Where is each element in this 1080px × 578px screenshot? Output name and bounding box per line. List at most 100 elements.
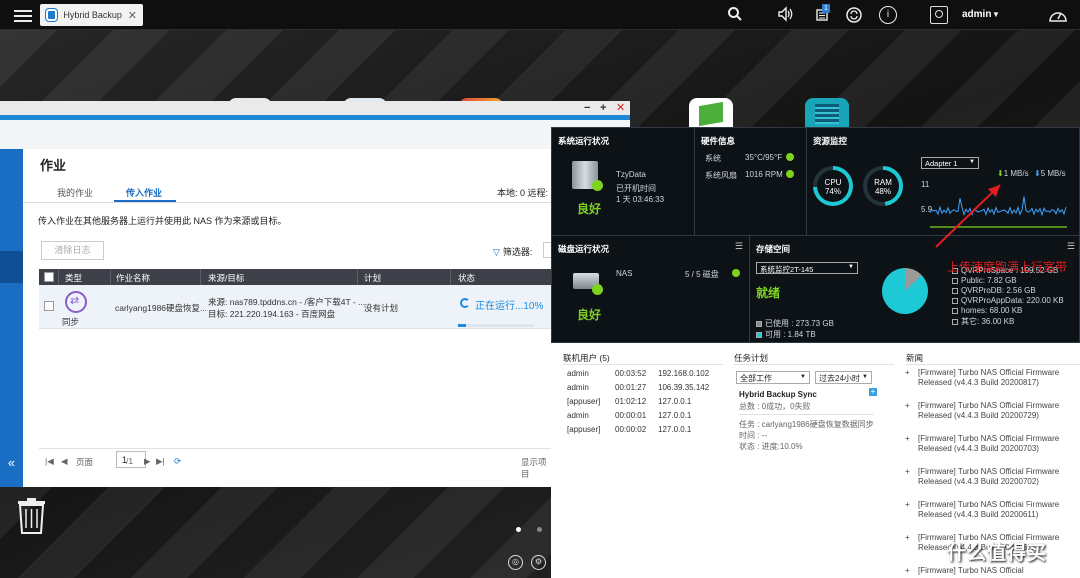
disk-count: 5 / 5 磁盘 — [685, 270, 719, 279]
page-label: 页面 — [76, 457, 94, 467]
online-user-user: admin — [567, 411, 589, 420]
online-user-time: 00:03:52 — [615, 369, 647, 378]
system-state: 良好 — [577, 202, 602, 216]
desktop-tool-icon[interactable]: ◎ — [508, 555, 523, 570]
ok-check-icon — [592, 284, 603, 295]
list-icon[interactable]: ☰ — [735, 241, 743, 252]
adapter-select[interactable]: Adapter 1 ▼ — [921, 157, 979, 169]
collapse-nav-icon[interactable]: « — [0, 455, 23, 470]
last-page-icon[interactable]: ▶| — [156, 456, 165, 467]
news-bullet-icon: + — [905, 566, 910, 575]
column-source-target[interactable]: 来源/目标 — [208, 272, 244, 284]
volume-select[interactable]: 系统监控2T-145 ▼ — [756, 262, 858, 274]
chevron-down-icon: ▼ — [862, 374, 868, 380]
column-job-name[interactable]: 作业名称 — [116, 272, 150, 284]
uptime-label: 已开机时间 — [616, 184, 656, 193]
nav-item-jobs[interactable] — [0, 251, 23, 283]
recycle-bin-icon[interactable] — [17, 497, 46, 534]
storage-legend-item: homes: 68.00 KB — [952, 306, 1022, 315]
next-page-icon[interactable]: ▶ — [144, 456, 151, 467]
app-tab-hybrid-backup[interactable]: Hybrid Backup ... ✕ — [40, 4, 143, 26]
list-icon[interactable]: ☰ — [1067, 241, 1075, 252]
main-menu-icon[interactable] — [14, 7, 32, 23]
ok-check-icon — [732, 269, 740, 277]
news-text: [Firmware] Turbo NAS Official Firmware R… — [918, 401, 1060, 420]
storage-legend-item: QVRProDB: 2.56 GB — [952, 286, 1036, 295]
desktop-app-icon[interactable] — [805, 98, 849, 128]
annotation-text: 上传速度跑满上行宽带 — [947, 260, 1068, 274]
desktop-app-icon[interactable] — [689, 98, 733, 128]
pagination: |◀ ◀ 页面 1 /1 ▶ ▶| ⟳ 显示项目 — [39, 448, 553, 479]
storage-state: 就绪 — [756, 286, 781, 300]
page-title: 作业 — [40, 158, 67, 173]
fan-label: 系统风扇 — [705, 171, 737, 180]
disk-status-title: 磁盘运行状况 — [558, 244, 610, 254]
page-dot-active[interactable] — [516, 527, 521, 532]
column-status[interactable]: 状态 — [458, 272, 475, 284]
tab-incoming-jobs[interactable]: 传入作业 — [126, 186, 162, 199]
task-summary: 总数 : 0成功，0失败 — [739, 402, 811, 411]
display-items-label: 显示项目 — [521, 457, 547, 479]
close-icon[interactable]: ✕ — [128, 9, 137, 22]
temp-label: 系统 — [705, 154, 721, 163]
online-users-title: 联机用户 (5) — [563, 353, 610, 363]
maximize-icon[interactable]: + — [600, 101, 606, 115]
sync-status-icon[interactable] — [844, 6, 864, 24]
volume-icon[interactable] — [776, 6, 796, 24]
tab-divider — [23, 202, 630, 203]
online-user-time: 00:00:01 — [615, 411, 647, 420]
news-item[interactable]: + [Firmware] Turbo NAS Official Firmware … — [905, 368, 1068, 388]
column-type[interactable]: 类型 — [65, 272, 82, 284]
storage-legend-item: QVRProAppData: 220.00 KB — [952, 296, 1064, 305]
tab-my-jobs[interactable]: 我的作业 — [57, 186, 93, 199]
chevron-down-icon[interactable]: ▼ — [986, 6, 1006, 24]
online-user-time: 01:02:12 — [615, 397, 647, 406]
news-item[interactable]: + [Firmware] Turbo NAS Official Firmware … — [905, 401, 1068, 421]
resource-title: 资源监控 — [813, 136, 848, 146]
select-all-checkbox[interactable] — [44, 272, 54, 282]
ok-check-icon — [786, 153, 794, 161]
filter-label: 筛选器: — [502, 247, 533, 257]
online-user-user: [appuser] — [567, 397, 601, 406]
news-item[interactable]: + [Firmware] Turbo NAS Official Firmware … — [905, 434, 1068, 454]
ram-gauge: RAM 48% — [863, 166, 903, 206]
job-target: 目标: 221.220.194.163 - 百度网盘 — [208, 309, 336, 319]
filter-icon: ▽ — [493, 247, 500, 257]
filter-control[interactable]: ▽ 筛选器: — [493, 245, 532, 258]
job-schedule: 没有计划 — [364, 303, 399, 313]
row-checkbox[interactable] — [44, 301, 54, 311]
dashboard-icon[interactable] — [1048, 6, 1068, 24]
time-range-select[interactable]: 过去24小时 ▼ — [815, 371, 872, 384]
prev-page-icon[interactable]: ◀ — [61, 456, 68, 467]
page-dot[interactable] — [537, 527, 542, 532]
task-status: 状态 : 进度:10.0% — [739, 442, 803, 451]
cpu-label: CPU — [824, 178, 842, 187]
chevron-down-icon: ▼ — [969, 159, 975, 165]
minimize-icon[interactable]: − — [584, 101, 590, 115]
news-text: [Firmware] Turbo NAS Official Firmware R… — [918, 368, 1060, 387]
news-text: [Firmware] Turbo NAS Official — [918, 566, 1024, 575]
column-schedule[interactable]: 计划 — [364, 272, 381, 284]
job-type-label: 同步 — [62, 317, 80, 327]
clear-log-button[interactable]: 清除日志 — [41, 241, 104, 260]
search-icon[interactable] — [725, 6, 745, 24]
avatar-icon[interactable] — [930, 6, 948, 24]
online-user-user: admin — [567, 369, 589, 378]
add-icon[interactable]: + — [869, 388, 877, 396]
job-name[interactable]: carlyang1986硬盘恢复... — [115, 302, 207, 314]
close-icon[interactable]: ✕ — [616, 101, 625, 115]
info-icon[interactable]: i — [879, 6, 897, 24]
news-item[interactable]: + [Firmware] Turbo NAS Official Firmware … — [905, 467, 1068, 487]
first-page-icon[interactable]: |◀ — [45, 456, 54, 467]
news-text: [Firmware] Turbo NAS Official Firmware R… — [918, 467, 1060, 486]
page-total: /1 — [126, 456, 134, 466]
table-row[interactable]: 同步 carlyang1986硬盘恢复... 来源: nas789.tpddns… — [39, 285, 553, 329]
news-item[interactable]: + [Firmware] Turbo NAS Official Firmware … — [905, 500, 1068, 520]
news-item[interactable]: + [Firmware] Turbo NAS Official — [905, 566, 1068, 576]
task-filter-select[interactable]: 全部工作 ▼ — [736, 371, 810, 384]
online-user-user: admin — [567, 383, 589, 392]
online-user-ip: 192.168.0.102 — [658, 369, 710, 378]
window-header-area — [0, 120, 630, 149]
refresh-icon[interactable]: ⟳ — [174, 456, 181, 467]
desktop-settings-icon[interactable]: ⚙ — [531, 555, 546, 570]
